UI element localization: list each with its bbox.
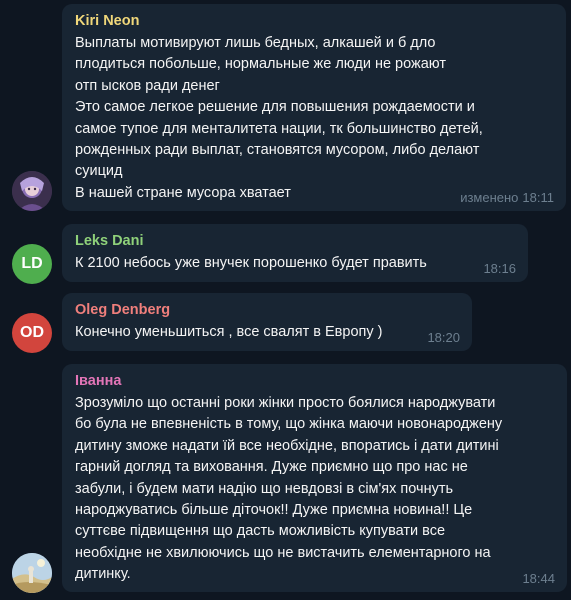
- avatar-initials: OD: [20, 324, 44, 341]
- message-line: народжуватись більше діточок!! Дуже приє…: [75, 502, 473, 519]
- message-line: Зрозуміло що останні роки жінки просто б…: [75, 395, 496, 411]
- avatar[interactable]: OD: [12, 313, 52, 353]
- edited-label: изменено: [460, 190, 519, 205]
- message-bubble[interactable]: Leks Dani К 2100 небось уже внучек порош…: [62, 224, 528, 282]
- message-line: гарний догляд та виховання. Дуже приємно…: [75, 459, 468, 476]
- message-line: дитинку.: [75, 566, 131, 583]
- message-line: забули, і будем мати надію що невдовзі в…: [75, 480, 454, 497]
- avatar[interactable]: LD: [12, 244, 52, 284]
- message-line: Конечно уменьшиться , все свалят в Европ…: [75, 324, 383, 340]
- message-meta: 18:44: [522, 571, 555, 586]
- message-line: К 2100 небось уже внучек порошенко будет…: [75, 255, 427, 271]
- message-line: плодиться побольше, нормальные же люди н…: [75, 56, 446, 73]
- message-meta: 18:16: [483, 261, 516, 276]
- message-line: суттєве підвищення що дасть можливість к…: [75, 523, 446, 540]
- message-line: дитину зможе надати їй все необхідне, вп…: [75, 437, 499, 454]
- sender-name[interactable]: Oleg Denberg: [75, 301, 460, 319]
- message-text: Конечно уменьшиться , все свалят в Европ…: [75, 322, 460, 343]
- message-text: Выплаты мотивируют лишь бедных, алкашей …: [75, 33, 554, 204]
- sender-name[interactable]: Leks Dani: [75, 232, 516, 250]
- message-line: самое тупое для менталитета нации, тк бо…: [75, 120, 483, 137]
- message-line: необхідне не хвилюючись що не вистачить …: [75, 544, 491, 561]
- message-time: 18:44: [522, 571, 555, 586]
- message-line: рожденных ради выплат, становятся мусоро…: [75, 142, 480, 159]
- chat-history[interactable]: Kiri Neon Выплаты мотивируют лишь бедных…: [0, 0, 571, 600]
- message-line: Выплаты мотивируют лишь бедных, алкашей …: [75, 35, 436, 51]
- message-meta: 18:20: [427, 330, 460, 345]
- message-line: отп ысков ради денег: [75, 77, 220, 94]
- message-line: бо була не впевненість в тому, що жінка …: [75, 416, 503, 433]
- message-line: Это самое легкое решение для повышения р…: [75, 99, 475, 116]
- message-time: 18:16: [483, 261, 516, 276]
- anime-girl-avatar-icon[interactable]: [12, 171, 52, 211]
- landscape-photo-avatar-icon[interactable]: [12, 553, 52, 593]
- message-text: Зрозуміло що останні роки жінки просто б…: [75, 393, 555, 586]
- message-time: 18:11: [522, 190, 554, 205]
- message-meta: изменено 18:11: [460, 190, 554, 205]
- message-text: К 2100 небось уже внучек порошенко будет…: [75, 253, 516, 274]
- message-bubble[interactable]: Oleg Denberg Конечно уменьшиться , все с…: [62, 293, 472, 351]
- message-line: суицид: [75, 163, 123, 180]
- sender-name[interactable]: Kiri Neon: [75, 12, 554, 30]
- message-time: 18:20: [427, 330, 460, 345]
- sender-name[interactable]: Іванна: [75, 372, 555, 390]
- message-bubble[interactable]: Kiri Neon Выплаты мотивируют лишь бедных…: [62, 4, 566, 211]
- avatar-initials: LD: [21, 255, 43, 272]
- message-bubble[interactable]: Іванна Зрозуміло що останні роки жінки п…: [62, 364, 567, 592]
